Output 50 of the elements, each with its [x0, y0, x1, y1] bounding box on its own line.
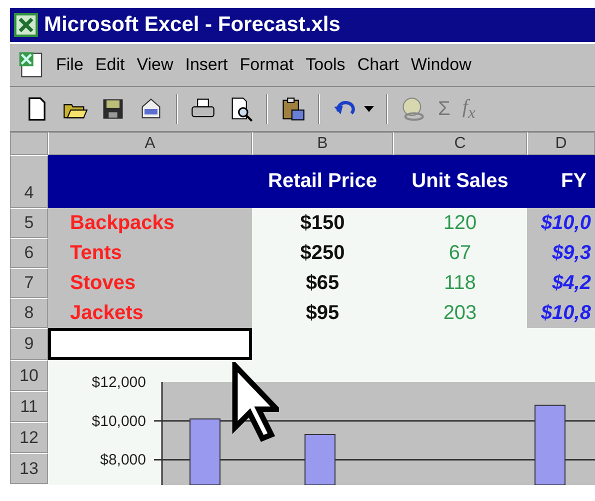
excel-icon	[14, 13, 38, 37]
menu-item[interactable]: Insert	[185, 55, 228, 75]
column-header[interactable]: B	[252, 132, 393, 155]
selected-cell[interactable]	[48, 328, 252, 360]
menu-item[interactable]: View	[136, 55, 174, 75]
row-header[interactable]: 12	[10, 422, 48, 453]
table-cell-text: $250	[299, 240, 346, 266]
table-cell-text: $95	[304, 300, 340, 326]
menu-item[interactable]: Format	[240, 55, 294, 75]
row-header[interactable]: 9	[10, 328, 48, 360]
row-header[interactable]: 8	[10, 298, 48, 328]
table-cell-text: 203	[442, 300, 478, 326]
table-cell-text: $150	[299, 210, 346, 236]
workbook-icon[interactable]	[18, 51, 44, 79]
row-header[interactable]: 6	[10, 238, 48, 268]
row-header[interactable]: 11	[10, 391, 48, 422]
row-header[interactable]: 13	[10, 453, 48, 484]
axis-label: $12,000	[92, 374, 146, 391]
menu-item[interactable]: Window	[410, 55, 472, 75]
table-header: FY	[527, 155, 595, 208]
menu-item[interactable]: Edit	[95, 55, 125, 75]
table-cell: Jackets	[48, 298, 252, 328]
table-cell-text: $65	[304, 270, 340, 296]
menu-item[interactable]: Tools	[306, 55, 346, 75]
table-cell: Backpacks	[48, 208, 252, 238]
row-header[interactable]: 5	[10, 208, 48, 238]
table-cell: $10,0	[527, 208, 595, 238]
paste-icon[interactable]	[280, 96, 306, 122]
table-cell-text: 120	[442, 210, 478, 236]
table-cell: Tents	[48, 238, 252, 268]
menu-item[interactable]: Chart	[357, 55, 399, 75]
caret-icon[interactable]	[364, 106, 374, 112]
table-cell: Stoves	[48, 268, 252, 298]
table-cell-text: 67	[448, 240, 472, 266]
table-cell: $9,3	[527, 238, 595, 268]
table-header: Unit Sales	[393, 155, 527, 208]
column-header[interactable]: D	[527, 132, 595, 155]
window-title: Microsoft Excel - Forecast.xls	[44, 13, 340, 37]
row-header[interactable]: 10	[10, 360, 48, 391]
table-cell-text: 118	[443, 270, 477, 296]
axis-label: $8,000	[100, 452, 146, 469]
column-header[interactable]: C	[393, 132, 527, 155]
menu-item[interactable]: File	[56, 55, 84, 75]
table-header: Retail Price	[252, 155, 393, 208]
column-header[interactable]: A	[48, 132, 252, 155]
axis-label: $10,000	[92, 412, 146, 430]
table-cell: $4,2	[527, 268, 595, 298]
table-cell: $10,8	[527, 298, 595, 328]
row-header[interactable]: 7	[10, 268, 48, 298]
row-header[interactable]: 4	[10, 155, 48, 208]
